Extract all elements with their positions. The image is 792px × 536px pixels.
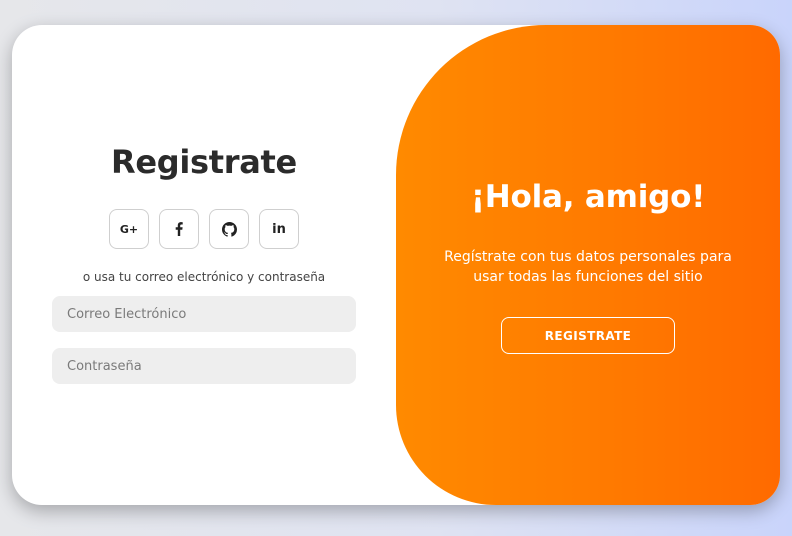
linkedin-button[interactable]: in — [259, 209, 299, 249]
signup-form-panel: Registrate G+ in o usa tu correo electró… — [12, 25, 396, 505]
social-login-row: G+ in — [109, 209, 299, 249]
google-plus-icon: G+ — [119, 222, 139, 236]
password-field[interactable] — [52, 348, 356, 384]
email-field[interactable] — [52, 296, 356, 332]
facebook-button[interactable] — [159, 209, 199, 249]
github-button[interactable] — [209, 209, 249, 249]
welcome-panel: ¡Hola, amigo! Regístrate con tus datos p… — [396, 25, 780, 505]
github-icon — [221, 221, 237, 237]
welcome-text: Regístrate con tus datos personales para… — [444, 249, 732, 285]
facebook-icon — [175, 222, 183, 236]
helper-text: o usa tu correo electrónico y contraseña — [82, 270, 326, 284]
signup-card: Registrate G+ in o usa tu correo electró… — [12, 25, 780, 505]
linkedin-icon: in — [272, 221, 286, 237]
register-toggle-button[interactable]: REGISTRATE — [501, 317, 675, 354]
form-title: Registrate — [111, 143, 297, 181]
google-plus-button[interactable]: G+ — [109, 209, 149, 249]
welcome-title: ¡Hola, amigo! — [470, 179, 706, 215]
